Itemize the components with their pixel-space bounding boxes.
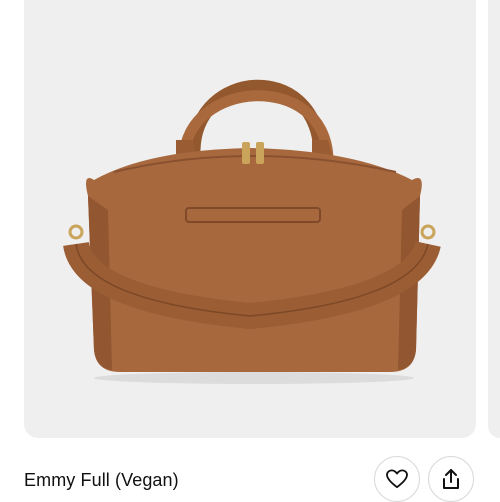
product-image-card[interactable] (24, 0, 476, 438)
next-product-card-peek[interactable] (488, 0, 500, 438)
product-title[interactable]: Emmy Full (Vegan) (24, 470, 179, 491)
buckle-right (420, 224, 436, 240)
heart-icon (386, 469, 408, 489)
favorite-button[interactable] (374, 456, 420, 502)
zipper-pull-left (242, 142, 250, 164)
product-title-row: Emmy Full (Vegan) (24, 456, 476, 502)
buckle-left (68, 224, 84, 240)
share-button[interactable] (428, 456, 474, 502)
zipper-pull-right (256, 142, 264, 164)
bag-body (86, 148, 422, 372)
front-pocket (185, 207, 321, 223)
bag-shadow (94, 372, 414, 384)
share-icon (443, 469, 459, 489)
product-image (63, 79, 441, 384)
